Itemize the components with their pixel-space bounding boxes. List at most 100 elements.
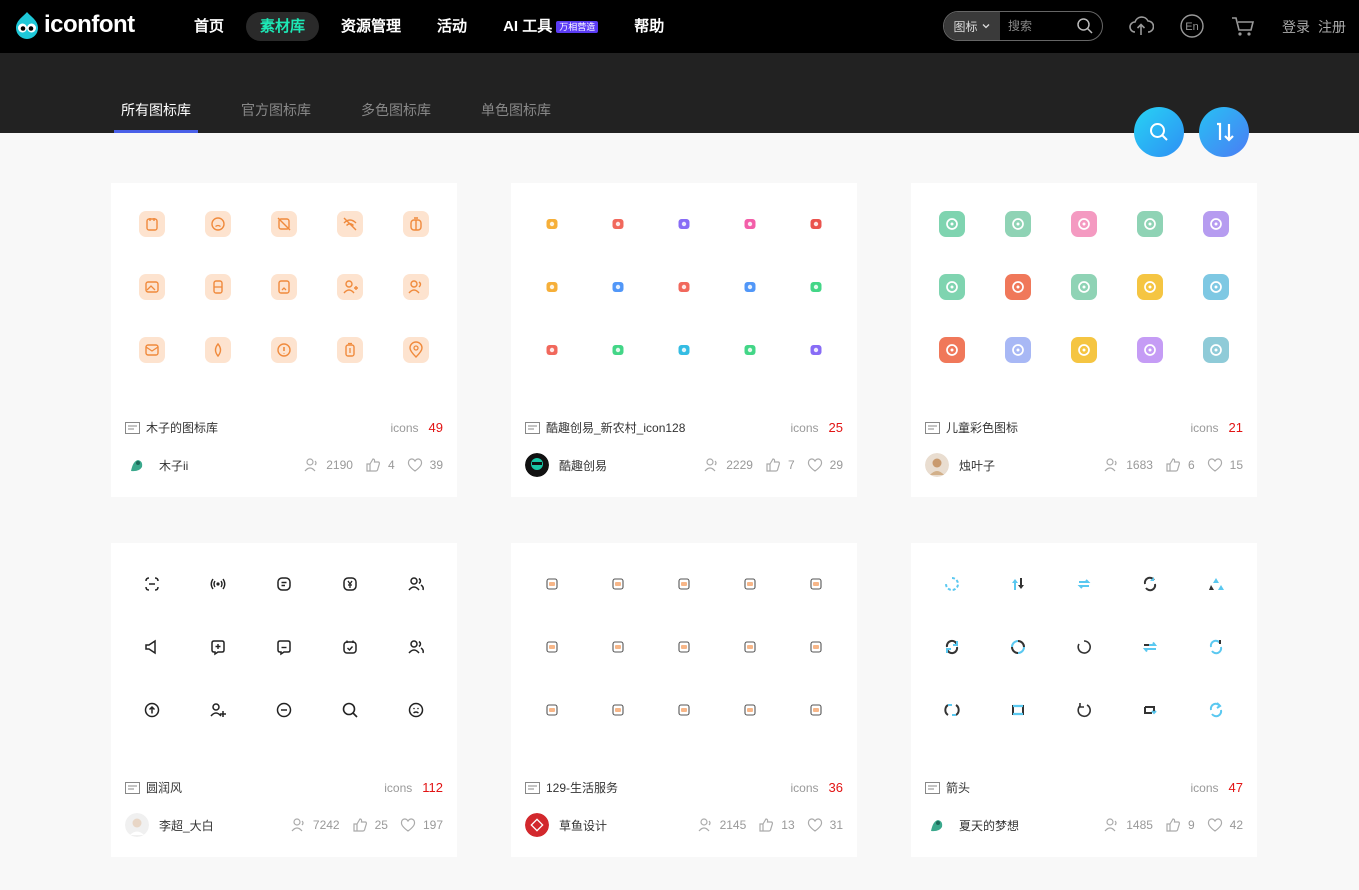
recycle-icon[interactable] xyxy=(1203,571,1229,597)
image-icon[interactable] xyxy=(139,274,165,300)
icon-library-card[interactable]: 儿童彩色图标 icons 21 烛叶子 1683 6 15 xyxy=(911,183,1257,497)
frame-icon[interactable] xyxy=(1071,337,1097,363)
nav-item-ai-tools[interactable]: AI 工具 万相营造 xyxy=(489,12,612,41)
library-title[interactable]: 箭头 xyxy=(946,779,1191,796)
users-icon[interactable] xyxy=(403,274,429,300)
phone-icon[interactable] xyxy=(539,571,565,597)
hand-heart-icon[interactable] xyxy=(539,337,565,363)
nav-item-home[interactable]: 首页 xyxy=(180,12,238,41)
loading-icon[interactable] xyxy=(1071,634,1097,660)
nav-item-resources[interactable]: 资源管理 xyxy=(327,12,415,41)
author-name[interactable]: 烛叶子 xyxy=(959,457,1091,474)
phone-icon[interactable] xyxy=(205,274,231,300)
add-user-icon[interactable] xyxy=(337,274,363,300)
register-link[interactable]: 注册 xyxy=(1318,17,1346,37)
gear-icon[interactable] xyxy=(1203,274,1229,300)
map-pin-icon[interactable] xyxy=(605,274,631,300)
likes-stat[interactable]: 25 xyxy=(352,817,388,833)
brain-icon[interactable] xyxy=(1203,337,1229,363)
likes-stat[interactable]: 6 xyxy=(1165,457,1195,473)
no-wifi-icon[interactable] xyxy=(337,211,363,237)
tab-multicolor[interactable]: 多色图标库 xyxy=(354,100,438,133)
sync-icon[interactable] xyxy=(1137,571,1163,597)
add-chat-icon[interactable] xyxy=(205,634,231,660)
chat-icon[interactable] xyxy=(271,634,297,660)
likes-stat[interactable]: 9 xyxy=(1165,817,1195,833)
refresh-icon[interactable] xyxy=(939,634,965,660)
favorites-stat[interactable]: 42 xyxy=(1207,817,1243,833)
search-icon[interactable] xyxy=(1071,211,1097,237)
author-name[interactable]: 酷趣创易 xyxy=(559,457,691,474)
avatar[interactable] xyxy=(125,813,149,837)
cart-icon[interactable] xyxy=(1230,13,1256,39)
library-title[interactable]: 129-生活服务 xyxy=(546,779,791,796)
login-link[interactable]: 登录 xyxy=(1282,17,1310,37)
calendar-icon[interactable] xyxy=(139,211,165,237)
sofa-icon[interactable] xyxy=(671,571,697,597)
hand-icon[interactable] xyxy=(671,274,697,300)
favorites-stat[interactable]: 29 xyxy=(807,457,843,473)
rotate-icon[interactable] xyxy=(1071,697,1097,723)
cake-icon[interactable] xyxy=(803,634,829,660)
bill-icon[interactable] xyxy=(605,634,631,660)
avatar[interactable] xyxy=(925,813,949,837)
refresh-icon[interactable] xyxy=(939,571,965,597)
repeat-icon[interactable] xyxy=(1137,634,1163,660)
icon-library-card[interactable]: 箭头 icons 47 夏天的梦想 1485 9 42 xyxy=(911,543,1257,857)
tv-icon[interactable] xyxy=(671,211,697,237)
nav-item-help[interactable]: 帮助 xyxy=(620,12,678,41)
shield-icon[interactable] xyxy=(737,337,763,363)
repeat-icon[interactable] xyxy=(1137,697,1163,723)
avatar[interactable] xyxy=(125,453,149,477)
palette-icon[interactable] xyxy=(1137,211,1163,237)
favorites-stat[interactable]: 197 xyxy=(400,817,443,833)
shield-icon[interactable] xyxy=(1071,274,1097,300)
handshake-icon[interactable] xyxy=(737,634,763,660)
search-icon[interactable] xyxy=(337,697,363,723)
refresh-icon[interactable] xyxy=(939,697,965,723)
card-icon[interactable] xyxy=(539,274,565,300)
mail-icon[interactable] xyxy=(605,211,631,237)
likes-stat[interactable]: 13 xyxy=(758,817,795,833)
nav-item-library[interactable]: 素材库 xyxy=(246,12,320,41)
chat-icon[interactable] xyxy=(737,211,763,237)
author-name[interactable]: 夏天的梦想 xyxy=(959,817,1091,834)
upload-icon[interactable] xyxy=(1128,13,1154,39)
users-icon[interactable] xyxy=(403,571,429,597)
scan-icon[interactable] xyxy=(139,571,165,597)
bookmark-icon[interactable] xyxy=(271,274,297,300)
avatar[interactable] xyxy=(525,453,549,477)
broadcast-icon[interactable] xyxy=(205,571,231,597)
box-icon[interactable] xyxy=(671,337,697,363)
calendar-check-icon[interactable] xyxy=(337,634,363,660)
sad-face-icon[interactable] xyxy=(205,211,231,237)
search-icon[interactable] xyxy=(1076,17,1094,35)
icon-library-card[interactable]: 木子的图标库 icons 49 木子ii 2190 4 39 xyxy=(111,183,457,497)
bag-icon[interactable] xyxy=(403,211,429,237)
box-icon[interactable] xyxy=(539,697,565,723)
author-name[interactable]: 木子ii xyxy=(159,457,291,474)
icon-library-card[interactable]: 129-生活服务 icons 36 草鱼设计 2145 13 31 xyxy=(511,543,857,857)
tab-all[interactable]: 所有图标库 xyxy=(114,100,198,133)
minus-icon[interactable] xyxy=(271,697,297,723)
basket-icon[interactable] xyxy=(737,571,763,597)
add-user-icon[interactable] xyxy=(205,697,231,723)
building-icon[interactable] xyxy=(737,274,763,300)
hand-icon[interactable] xyxy=(939,337,965,363)
speaker-icon[interactable] xyxy=(139,634,165,660)
up-down-icon[interactable] xyxy=(1005,571,1031,597)
author-name[interactable]: 草鱼设计 xyxy=(559,817,685,834)
library-title[interactable]: 酷趣创易_新农村_icon128 xyxy=(546,419,791,436)
search-fab-button[interactable] xyxy=(1134,107,1184,157)
pi-icon[interactable] xyxy=(1203,211,1229,237)
heart-hand-icon[interactable] xyxy=(803,337,829,363)
tab-official[interactable]: 官方图标库 xyxy=(234,100,318,133)
puzzle-icon[interactable] xyxy=(1137,337,1163,363)
favorites-stat[interactable]: 39 xyxy=(407,457,443,473)
map-icon[interactable] xyxy=(539,634,565,660)
alarm-icon[interactable] xyxy=(803,211,829,237)
sync-icon[interactable] xyxy=(1203,634,1229,660)
sort-fab-button[interactable] xyxy=(1199,107,1249,157)
mail-icon[interactable] xyxy=(139,337,165,363)
author-name[interactable]: 李超_大白 xyxy=(159,817,278,834)
